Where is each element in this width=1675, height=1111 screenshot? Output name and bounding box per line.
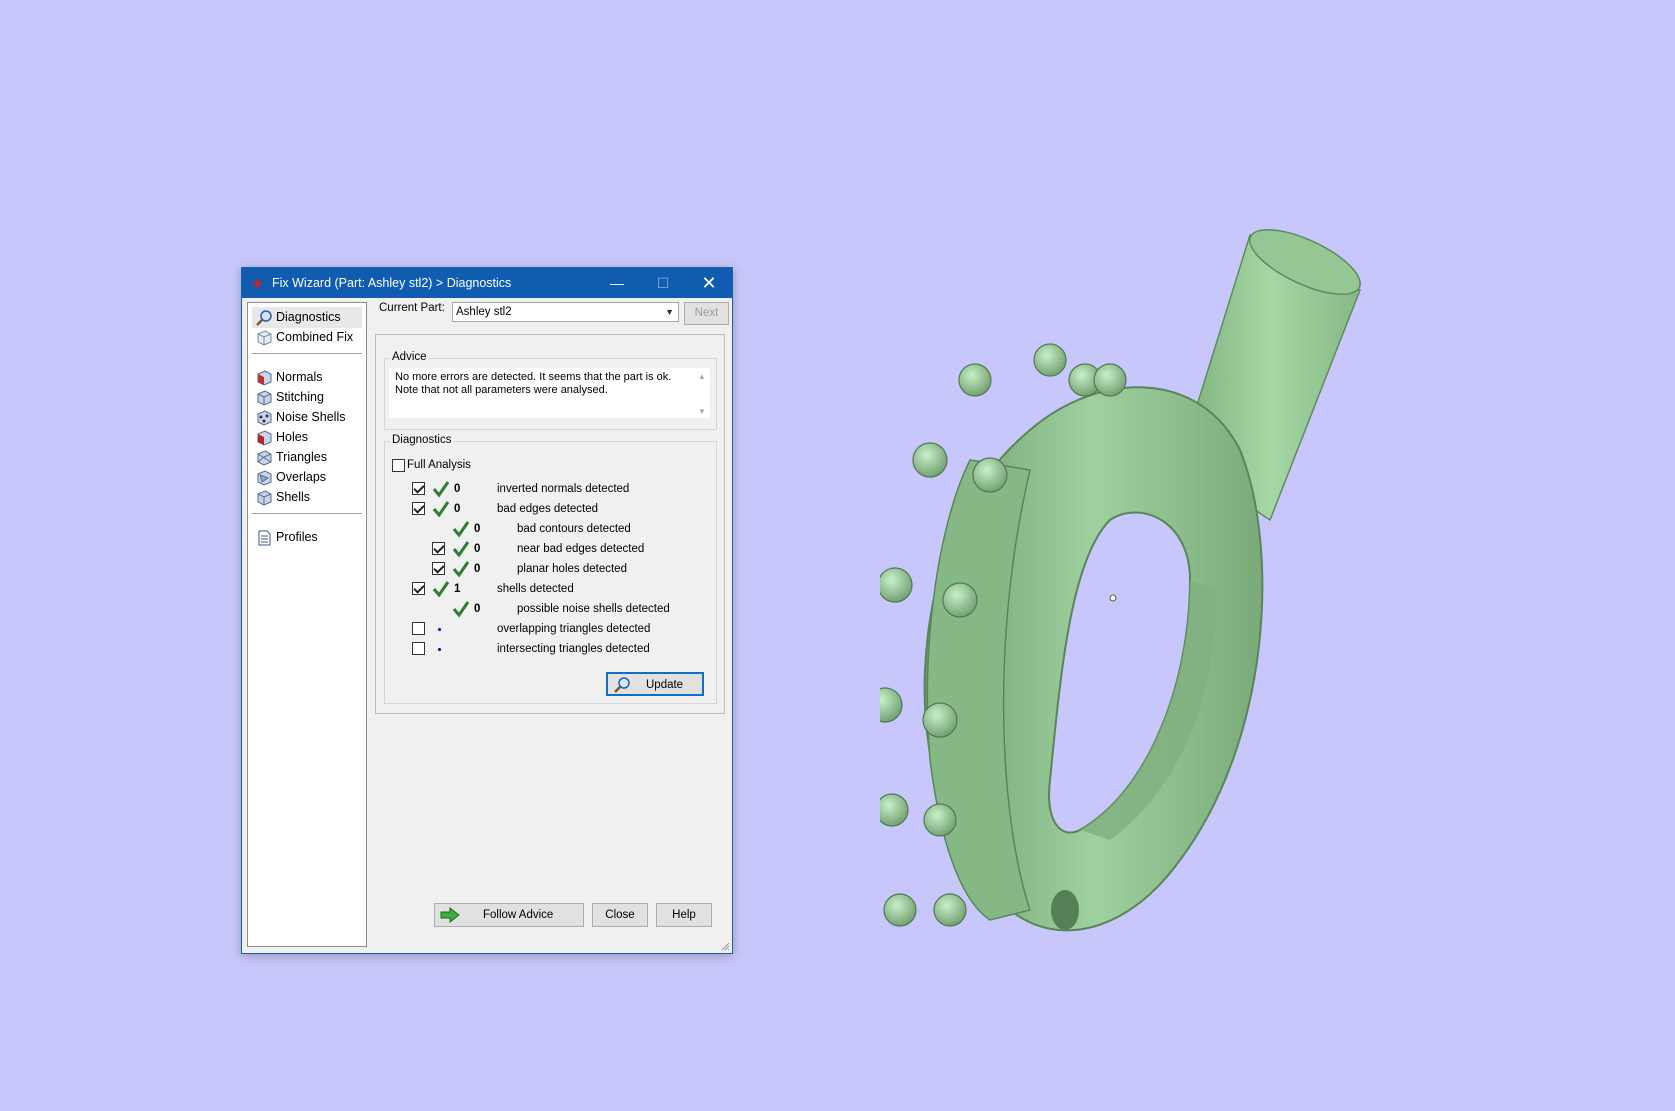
scroll-up-icon[interactable]: ▲ [696,370,708,383]
normals-cube-icon [257,370,272,386]
diagnostic-label: inverted normals detected [497,483,630,495]
diagnostic-label: bad edges detected [497,503,599,515]
chevron-down-icon: ▼ [665,307,674,317]
advice-scrollbar[interactable]: ▲ ▼ [696,370,708,416]
nav-item-combined-fix[interactable]: Combined Fix [252,327,362,348]
window-title: Fix Wizard (Part: Ashley stl2) > Diagnos… [272,276,512,290]
nav-item-normals[interactable]: Normals [252,367,362,388]
pending-dot-icon [438,628,441,631]
nav-item-noise-shells[interactable]: Noise Shells [252,407,362,428]
current-part-value: Ashley stl2 [456,306,512,318]
diagnostic-count: 0 [454,483,461,495]
checkmark-icon [432,581,450,598]
advice-text-box[interactable]: No more errors are detected. It seems th… [389,368,710,418]
nav-separator [252,353,362,354]
diagnostic-count: 0 [474,603,481,615]
diagnostic-row: 0 bad edges detected [242,499,722,519]
diagnostic-row: 1 shells detected [242,579,722,599]
diagnostic-checkbox[interactable] [432,562,445,575]
nav-label: Noise Shells [276,410,346,424]
stitching-cube-icon [257,390,272,406]
diagnostic-label: near bad edges detected [517,543,645,555]
diagnostic-label: bad contours detected [517,523,631,535]
fix-wizard-dialog: Fix Wizard (Part: Ashley stl2) > Diagnos… [241,267,733,954]
minimize-button[interactable]: — [594,268,640,298]
maximize-button[interactable]: ☐ [640,268,686,298]
follow-advice-label: Follow Advice [483,909,554,921]
diagnostic-count: 0 [474,523,481,535]
checkmark-icon [432,501,450,518]
diagnostic-checkbox[interactable] [412,622,425,635]
nav-item-holes[interactable]: Holes [252,427,362,448]
nav-item-triangles[interactable]: Triangles [252,447,362,468]
nav-label: Diagnostics [276,310,341,324]
magnifier-icon [614,677,630,693]
current-part-label: Current Part: [379,302,445,314]
diagnostic-count: 0 [454,503,461,515]
diagnostic-row: intersecting triangles detected [242,639,722,659]
checkmark-icon [452,601,470,618]
diagnostic-row: overlapping triangles detected [242,619,722,639]
diagnostic-checkbox[interactable] [412,582,425,595]
title-bar[interactable]: Fix Wizard (Part: Ashley stl2) > Diagnos… [242,268,732,298]
nav-label: Normals [276,370,323,384]
diagnostic-count: 0 [474,543,481,555]
ring-model[interactable] [880,220,1400,1000]
checkmark-icon [432,481,450,498]
diagnostic-row: 0 planar holes detected [242,559,722,579]
close-window-button[interactable]: ✕ [686,268,732,298]
nav-label: Stitching [276,390,324,404]
advice-text: No more errors are detected. It seems th… [395,371,672,396]
diagnostic-row: 0 inverted normals detected [242,479,722,499]
magnifier-icon [256,310,272,326]
diagnostic-label: planar holes detected [517,563,627,575]
checkmark-icon [452,561,470,578]
holes-cube-icon [257,430,272,446]
diagnostic-label: possible noise shells detected [517,603,670,615]
nav-label: Triangles [276,450,327,464]
arrow-right-icon [440,906,460,924]
resize-grip-icon[interactable] [720,941,730,951]
scroll-down-icon[interactable]: ▼ [696,405,708,418]
app-icon [251,277,264,290]
full-analysis-label: Full Analysis [407,459,471,471]
nav-label: Combined Fix [276,330,354,344]
diagnostic-label: overlapping triangles detected [497,623,651,635]
nav-label: Holes [276,430,308,444]
noise-shells-icon [257,410,272,426]
checkmark-icon [452,541,470,558]
diagnostic-label: intersecting triangles detected [497,643,650,655]
triangles-cube-icon [257,450,272,466]
diagnostics-title: Diagnostics [390,434,454,446]
pending-dot-icon [438,648,441,651]
current-part-select[interactable]: Ashley stl2 ▼ [452,302,679,322]
update-button[interactable]: Update [606,672,704,696]
diagnostic-label: shells detected [497,583,574,595]
diagnostic-checkbox[interactable] [432,542,445,555]
diagnostic-row: 0 bad contours detected [242,519,722,539]
full-analysis-checkbox[interactable] [392,459,405,472]
diagnostic-count: 1 [454,583,461,595]
help-button[interactable]: Help [656,903,712,927]
nav-item-stitching[interactable]: Stitching [252,387,362,408]
diagnostic-row: 0 near bad edges detected [242,539,722,559]
diagnostic-checkbox[interactable] [412,642,425,655]
next-button[interactable]: Next [684,302,729,325]
diagnostic-checkbox[interactable] [412,502,425,515]
diagnostic-count: 0 [474,563,481,575]
update-label: Update [646,679,684,691]
cube-icon [257,330,272,346]
advice-title: Advice [390,351,429,363]
diagnostic-checkbox[interactable] [412,482,425,495]
close-button[interactable]: Close [592,903,648,927]
diagnostic-row: 0 possible noise shells detected [242,599,722,619]
follow-advice-button[interactable]: Follow Advice [434,903,584,927]
nav-item-diagnostics[interactable]: Diagnostics [252,307,362,328]
checkmark-icon [452,521,470,538]
